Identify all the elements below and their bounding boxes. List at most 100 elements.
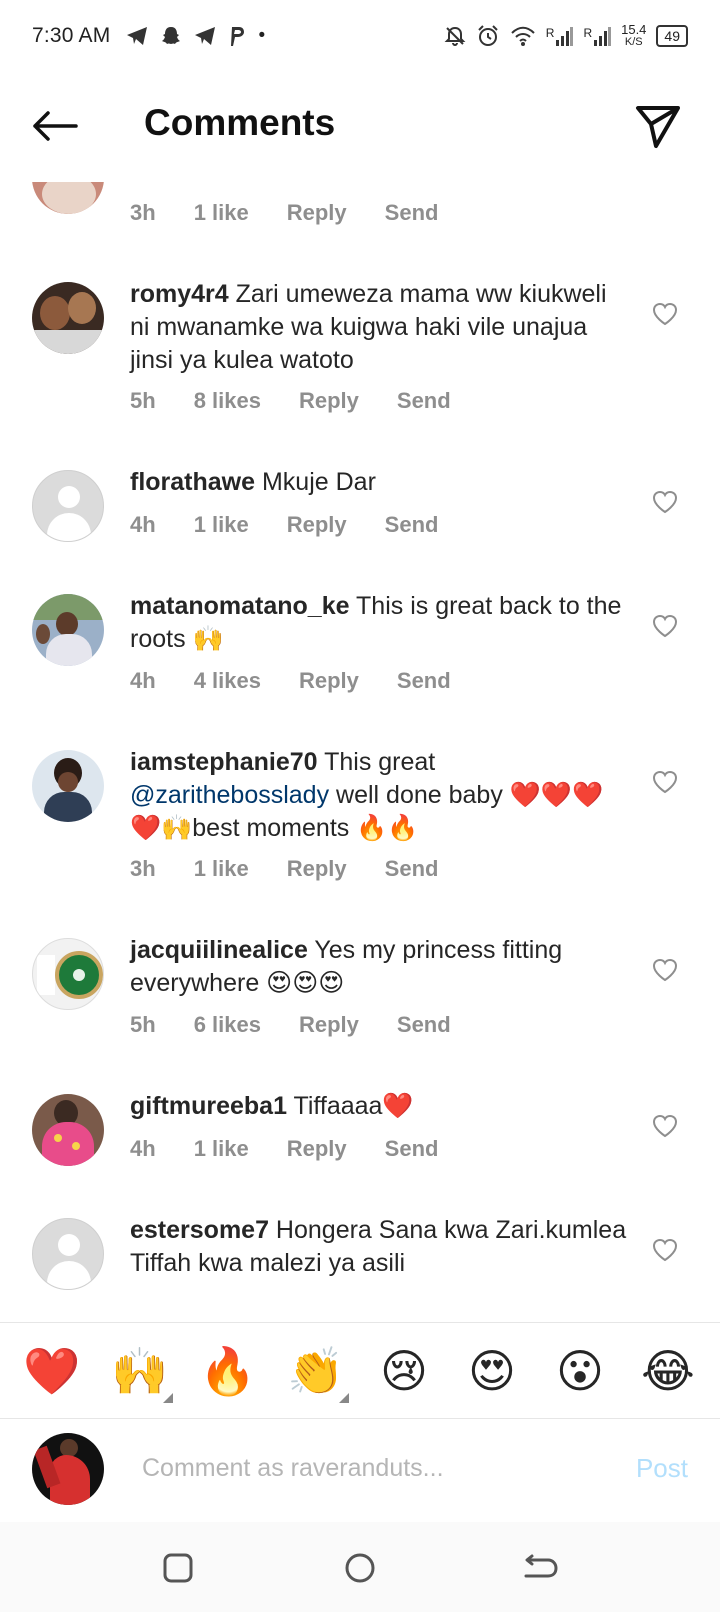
like-heart-icon[interactable] [652, 302, 678, 326]
like-heart-icon[interactable] [652, 770, 678, 794]
comment-username[interactable]: jacquiilinealice [130, 936, 308, 964]
reaction-clap[interactable]: 👏 [281, 1341, 351, 1403]
comment-body: Tiffaaaa❤️ [286, 1092, 414, 1120]
wifi-icon [511, 26, 535, 46]
reply-button[interactable]: Reply [287, 856, 347, 882]
send-button[interactable]: Send [385, 512, 439, 538]
comment-username[interactable]: giftmureeba1 [130, 1092, 287, 1120]
like-heart-icon[interactable] [652, 958, 678, 982]
net-speed-value: 15.4 [621, 22, 647, 37]
reply-button[interactable]: Reply [287, 200, 347, 226]
signal-label-2: R [583, 26, 593, 40]
mute-bell-icon [444, 26, 466, 47]
comment-time: 4h [130, 1136, 156, 1161]
reply-button[interactable]: Reply [299, 668, 359, 694]
send-button[interactable]: Send [385, 1136, 439, 1162]
reaction-heart[interactable]: ❤️ [17, 1341, 87, 1401]
comment-username[interactable]: estersome7 [130, 1216, 269, 1244]
comment-time: 5h [130, 1012, 156, 1037]
avatar-placeholder-body [47, 1261, 91, 1289]
reaction-heart-eyes[interactable]: 😍 [457, 1341, 527, 1401]
likes-count[interactable]: 4 likes [194, 668, 261, 694]
home-button[interactable] [338, 1546, 382, 1590]
reaction-raised-hands[interactable]: 🙌 [105, 1341, 175, 1403]
comment-time: 3h [130, 200, 156, 225]
send-button[interactable]: Send [397, 668, 451, 694]
pinterest-icon [231, 27, 245, 46]
status-right: R R 15.4 K/S 49 [444, 22, 688, 48]
avatar[interactable] [32, 182, 104, 214]
signal-bars-icon [556, 27, 574, 46]
send-button[interactable]: Send [397, 1012, 451, 1038]
comment-username[interactable]: iamstephanie70 [130, 748, 318, 776]
like-heart-icon[interactable] [652, 490, 678, 514]
avatar[interactable] [32, 470, 104, 542]
avatar[interactable] [32, 594, 104, 666]
net-speed-unit: K/S [624, 36, 643, 48]
battery-indicator: 49 [656, 25, 688, 47]
likes-count[interactable]: 8 likes [194, 388, 261, 414]
avatar-placeholder-head [58, 1234, 80, 1256]
reaction-fire[interactable]: 🔥 [193, 1341, 263, 1401]
comment-input[interactable] [142, 1443, 612, 1493]
send-button[interactable]: Send [397, 388, 451, 414]
paper-plane-icon [636, 106, 680, 148]
comment-meta: 5h 6 likes Reply Send [130, 1012, 489, 1038]
comment-meta: 4h 1 like Reply Send [130, 512, 476, 538]
status-bar: 7:30 AM • R R 15.4 K/S 49 [0, 0, 720, 72]
post-button[interactable]: Post [636, 1453, 688, 1484]
likes-count[interactable]: 1 like [194, 512, 249, 538]
likes-count[interactable]: 1 like [194, 856, 249, 882]
comment-time: 5h [130, 388, 156, 413]
comment-username[interactable]: florathawe [130, 468, 255, 496]
send-button[interactable]: Send [385, 856, 439, 882]
skin-tone-indicator [163, 1392, 173, 1403]
avatar[interactable] [32, 938, 104, 1010]
telegram-icon [127, 27, 148, 45]
recent-apps-button[interactable] [156, 1546, 200, 1590]
comment-meta: 3h 1 like Reply Send [130, 856, 476, 882]
comment-text [130, 182, 630, 183]
avatar[interactable] [32, 1094, 104, 1166]
reaction-raised-hands-emoji: 🙌 [111, 1344, 169, 1397]
comment-time: 4h [130, 512, 156, 537]
status-time: 7:30 AM [32, 24, 111, 47]
status-dot: • [258, 25, 266, 46]
likes-count[interactable]: 6 likes [194, 1012, 261, 1038]
share-button[interactable] [634, 102, 682, 150]
system-nav-bar [0, 1522, 720, 1612]
mention-link[interactable]: @zarithebosslady [130, 781, 329, 809]
avatar[interactable] [32, 750, 104, 822]
comment-username[interactable]: romy4r4 [130, 280, 229, 308]
comment-username[interactable]: matanomatano_ke [130, 592, 350, 620]
reply-button[interactable]: Reply [287, 1136, 347, 1162]
reply-button[interactable]: Reply [299, 1012, 359, 1038]
back-nav-button[interactable] [518, 1546, 562, 1590]
reaction-crying[interactable]: 😢 [369, 1341, 439, 1401]
back-button[interactable] [30, 106, 80, 146]
avatar-placeholder-head [58, 486, 80, 508]
likes-count[interactable]: 1 like [194, 1136, 249, 1162]
like-heart-icon[interactable] [652, 614, 678, 638]
comments-list[interactable]: 3h 1 like Reply Send romy4r4 Zari umewez… [0, 182, 720, 1322]
avatar-text-fragment [37, 955, 55, 995]
back-arrow-icon [33, 111, 78, 141]
like-heart-icon[interactable] [652, 1114, 678, 1138]
reaction-clap-emoji: 👏 [287, 1344, 345, 1397]
send-button[interactable]: Send [385, 200, 439, 226]
avatar[interactable] [32, 1218, 104, 1290]
comment-text: estersome7 Hongera Sana kwa Zari.kumlea … [130, 1214, 630, 1280]
reply-button[interactable]: Reply [287, 512, 347, 538]
avatar[interactable] [32, 282, 104, 354]
comment-text: iamstephanie70 This great @zarithebossla… [130, 746, 630, 845]
comment-text: florathawe Mkuje Dar [130, 466, 630, 499]
reply-button[interactable]: Reply [299, 388, 359, 414]
reaction-laughing[interactable]: 😂 [633, 1341, 703, 1401]
comment-meta: 4h 1 like Reply Send [130, 1136, 476, 1162]
reaction-surprised[interactable]: 😮 [545, 1341, 615, 1401]
likes-count[interactable]: 1 like [194, 200, 249, 226]
comment-text: matanomatano_ke This is great back to th… [130, 590, 630, 656]
user-avatar [32, 1433, 104, 1505]
like-heart-icon[interactable] [652, 1238, 678, 1262]
header: Comments [0, 72, 720, 182]
